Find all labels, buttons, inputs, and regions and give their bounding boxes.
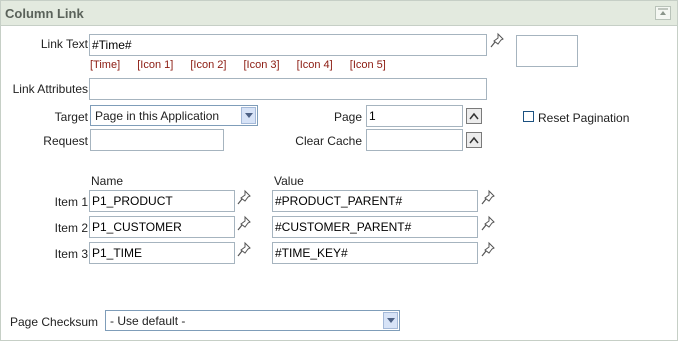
region-title: Column Link	[5, 6, 84, 21]
link-attributes-label: Link Attributes	[12, 82, 88, 96]
shortcut-time[interactable]: [Time]	[90, 59, 120, 71]
page-checksum-label: Page Checksum	[10, 315, 99, 329]
item-1-name-input[interactable]: P1_PRODUCT	[89, 190, 235, 212]
target-select-value: Page in this Application	[95, 109, 220, 123]
item-3-label: Item 3	[54, 247, 88, 261]
request-input[interactable]	[90, 129, 224, 151]
reset-pagination-checkbox[interactable]	[523, 111, 534, 122]
item-3-value-input[interactable]: #TIME_KEY#	[272, 242, 478, 264]
link-text-shortcuts: [Time] [Icon 1] [Icon 2] [Icon 3] [Icon …	[90, 59, 400, 71]
lov-popup-icon[interactable]	[466, 108, 482, 124]
link-attributes-input[interactable]	[89, 78, 487, 100]
pin-icon[interactable]	[480, 241, 498, 261]
chevron-down-icon[interactable]	[241, 107, 256, 124]
name-column-header: Name	[91, 174, 124, 188]
value-column-header: Value	[274, 174, 304, 188]
pin-icon[interactable]	[236, 215, 254, 235]
item-2-value-input[interactable]: #CUSTOMER_PARENT#	[272, 216, 478, 238]
collapse-up-icon[interactable]	[655, 6, 671, 20]
shortcut-icon-2[interactable]: [Icon 2]	[190, 59, 226, 71]
page-input[interactable]: 1	[366, 105, 463, 127]
pin-icon[interactable]	[480, 189, 498, 209]
link-icon-preview	[516, 35, 578, 67]
item-2-name-input[interactable]: P1_CUSTOMER	[89, 216, 235, 238]
link-text-input[interactable]: #Time#	[89, 34, 487, 56]
chevron-down-icon[interactable]	[383, 312, 398, 329]
pin-icon[interactable]	[489, 32, 507, 52]
shortcut-icon-3[interactable]: [Icon 3]	[244, 59, 280, 71]
pin-icon[interactable]	[480, 215, 498, 235]
shortcut-icon-5[interactable]: [Icon 5]	[350, 59, 386, 71]
page-label: Page	[333, 110, 362, 124]
shortcut-icon-1[interactable]: [Icon 1]	[137, 59, 173, 71]
clear-cache-label: Clear Cache	[295, 134, 362, 148]
lov-popup-icon[interactable]	[466, 132, 482, 148]
link-text-label: Link Text	[40, 37, 88, 51]
clear-cache-input[interactable]	[366, 129, 463, 151]
page-checksum-value: - Use default -	[110, 314, 186, 328]
item-3-name-input[interactable]: P1_TIME	[89, 242, 235, 264]
item-1-label: Item 1	[54, 195, 88, 209]
page-checksum-select[interactable]: - Use default -	[105, 310, 400, 331]
target-label: Target	[54, 110, 88, 124]
region-header: Column Link	[1, 1, 677, 26]
reset-pagination-label: Reset Pagination	[538, 111, 630, 125]
item-2-label: Item 2	[54, 221, 88, 235]
pin-icon[interactable]	[236, 241, 254, 261]
request-label: Request	[43, 134, 88, 148]
target-select[interactable]: Page in this Application	[90, 105, 258, 126]
shortcut-icon-4[interactable]: [Icon 4]	[297, 59, 333, 71]
pin-icon[interactable]	[236, 189, 254, 209]
item-1-value-input[interactable]: #PRODUCT_PARENT#	[272, 190, 478, 212]
